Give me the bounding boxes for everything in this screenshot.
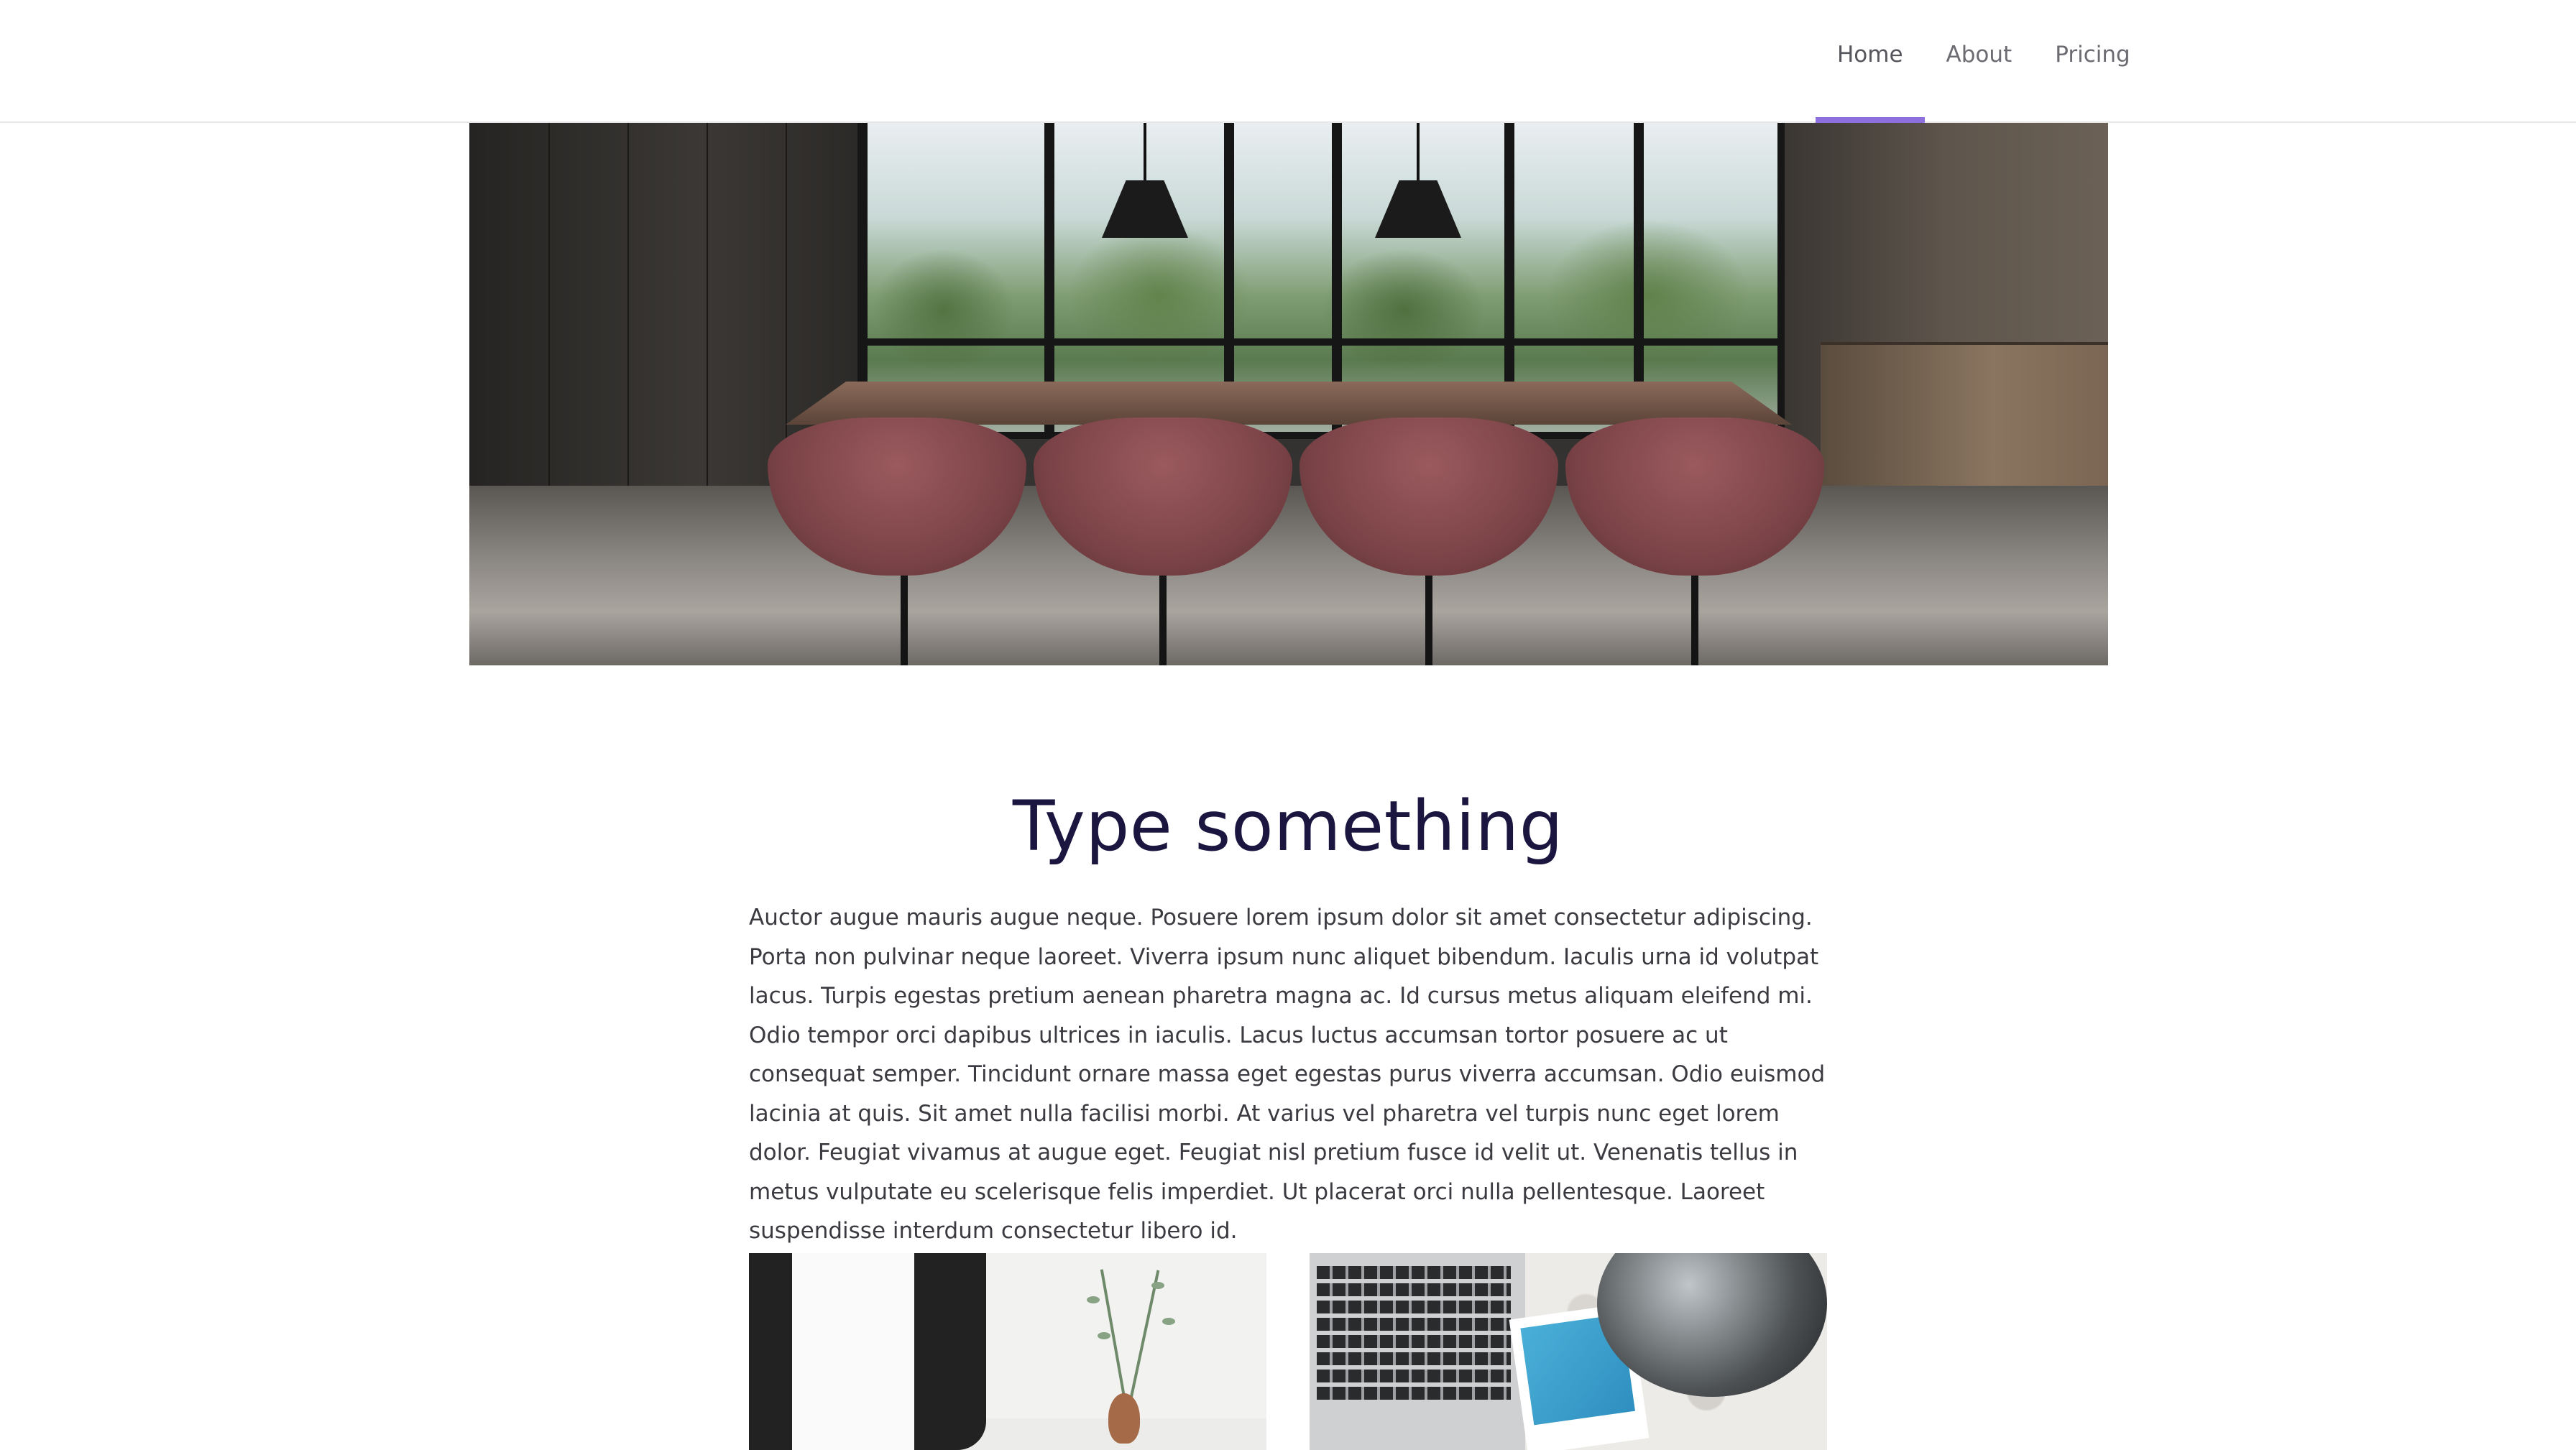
nav-item-about[interactable]: About <box>1925 0 2034 123</box>
pendant-lamp <box>1102 123 1188 238</box>
leaf <box>1162 1318 1175 1325</box>
vase <box>1108 1393 1140 1444</box>
chair-leg <box>1425 568 1432 665</box>
page: Home About Pricing Type something Auctor… <box>0 0 2576 1450</box>
chair-leg <box>1691 568 1698 665</box>
leaf <box>1087 1296 1100 1303</box>
nav-item-pricing[interactable]: Pricing <box>2033 0 2152 123</box>
plant-stem <box>1130 1270 1160 1398</box>
hero-image <box>469 123 2108 665</box>
laptop-keyboard <box>1317 1266 1511 1403</box>
page-title: Type something <box>1012 786 1564 867</box>
leaf <box>1098 1332 1110 1339</box>
chair-leg <box>901 568 908 665</box>
hero-floor <box>469 486 2108 665</box>
main-content: Type something Auctor augue mauris augue… <box>749 776 1827 1251</box>
laptop <box>1310 1253 1525 1450</box>
main-nav: Home About Pricing <box>1816 0 2152 124</box>
chair-leg <box>1159 568 1167 665</box>
person-shirt <box>792 1253 914 1450</box>
body-paragraph: Auctor augue mauris augue neque. Posuere… <box>749 905 1826 1244</box>
image-card-workspace <box>749 1253 1266 1450</box>
site-header: Home About Pricing <box>0 0 2576 124</box>
pendant-lamp <box>1375 123 1461 238</box>
nav-item-home[interactable]: Home <box>1816 0 1925 124</box>
window-frame <box>857 338 1785 346</box>
leaf <box>1151 1282 1164 1289</box>
image-card-desk-flatlay <box>1310 1253 1827 1450</box>
hero-trees <box>857 209 1785 396</box>
